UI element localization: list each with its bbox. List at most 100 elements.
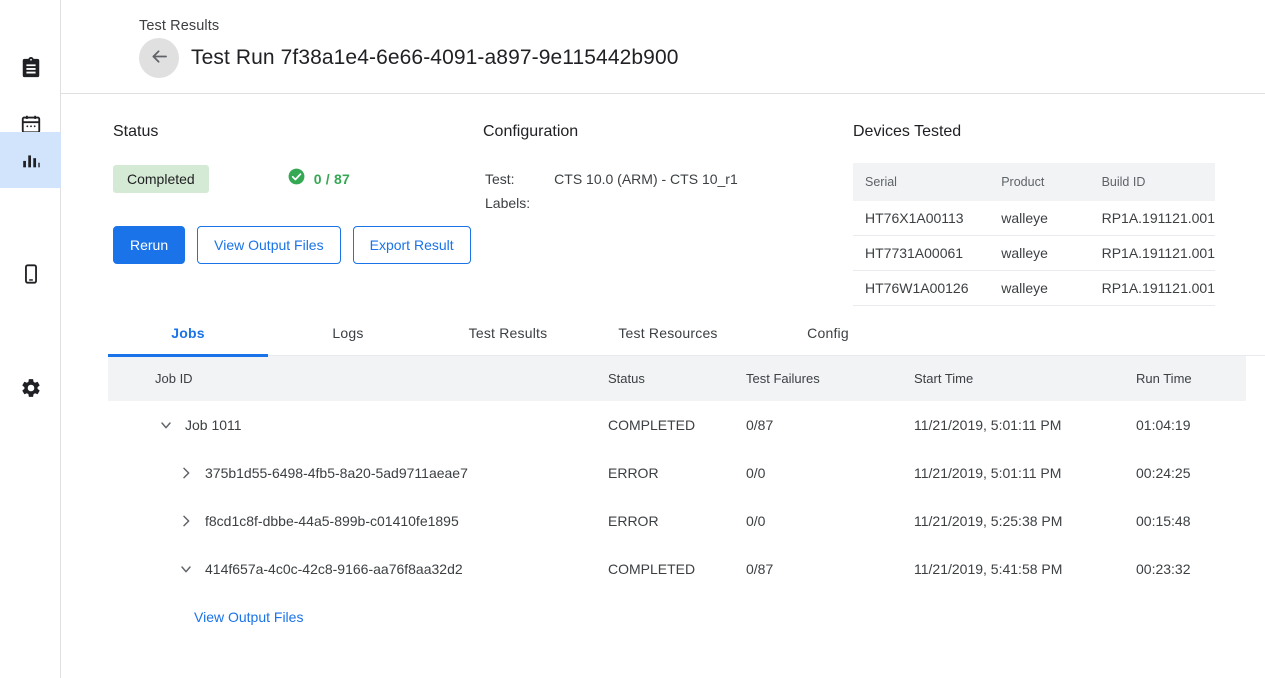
jobs-header-row: Job ID Status Test Failures Start Time R…	[108, 356, 1246, 401]
sidebar-item-settings[interactable]	[0, 360, 61, 416]
table-row: HT76W1A00126 walleye RP1A.191121.001	[853, 271, 1215, 306]
config-row-labels: Labels:	[485, 193, 738, 215]
tab-test-results[interactable]: Test Results	[428, 309, 588, 356]
status-row: Completed 0 / 87	[113, 164, 493, 194]
table-row[interactable]: 414f657a-4c0c-42c8-9166-aa76f8aa32d2 COM…	[108, 545, 1246, 593]
app-root: Test Results Test Run 7f38a1e4-6e66-4091…	[0, 0, 1265, 678]
jobs-col-start-time: Start Time	[914, 356, 1136, 401]
jobs-section: Job ID Status Test Failures Start Time R…	[108, 356, 1265, 641]
config-label-labels: Labels:	[485, 193, 552, 215]
device-serial: HT76W1A00126	[853, 271, 989, 306]
job-failures: 0/87	[746, 545, 914, 593]
job-status: COMPLETED	[608, 545, 746, 593]
chevron-right-icon[interactable]	[175, 465, 197, 481]
job-start-time: 11/21/2019, 5:01:11 PM	[914, 449, 1136, 497]
device-build: RP1A.191121.001	[1090, 236, 1215, 271]
config-value-labels	[554, 193, 738, 215]
jobs-table: Job ID Status Test Failures Start Time R…	[108, 356, 1246, 641]
device-product: walleye	[989, 271, 1089, 306]
job-id-wrap: Job 1011	[155, 417, 608, 433]
jobs-table-body: Job 1011 COMPLETED 0/87 11/21/2019, 5:01…	[108, 401, 1246, 641]
empty-cell	[1136, 593, 1246, 641]
config-label-test: Test:	[485, 169, 552, 191]
sidebar-item-test-results[interactable]	[0, 40, 61, 96]
devices-col-build: Build ID	[1090, 163, 1215, 201]
table-row[interactable]: Job 1011 COMPLETED 0/87 11/21/2019, 5:01…	[108, 401, 1246, 449]
pass-rate-text: 0 / 87	[314, 171, 350, 187]
pass-rate: 0 / 87	[287, 167, 350, 191]
device-serial: HT76X1A00113	[853, 201, 989, 236]
expanded-detail-cell: View Output Files	[108, 593, 608, 641]
devices-header-row: Serial Product Build ID	[853, 163, 1215, 201]
job-id-cell: 375b1d55-6498-4fb5-8a20-5ad9711aeae7	[108, 449, 608, 497]
job-start-time: 11/21/2019, 5:25:38 PM	[914, 497, 1136, 545]
job-id-wrap: 375b1d55-6498-4fb5-8a20-5ad9711aeae7	[155, 465, 608, 481]
table-row: HT7731A00061 walleye RP1A.191121.001	[853, 236, 1215, 271]
job-id-wrap: 414f657a-4c0c-42c8-9166-aa76f8aa32d2	[155, 561, 608, 577]
sidebar-item-reports[interactable]	[0, 132, 61, 188]
devices-col-product: Product	[989, 163, 1089, 201]
view-output-files-link[interactable]: View Output Files	[194, 609, 303, 625]
arrow-left-icon	[149, 46, 170, 70]
chevron-right-icon[interactable]	[175, 513, 197, 529]
job-start-time: 11/21/2019, 5:01:11 PM	[914, 401, 1136, 449]
devices-table-head: Serial Product Build ID	[853, 163, 1215, 201]
check-circle-icon	[287, 167, 306, 191]
job-status: ERROR	[608, 497, 746, 545]
breadcrumb[interactable]: Test Results	[139, 18, 219, 34]
device-build: RP1A.191121.001	[1090, 201, 1215, 236]
config-value-test: CTS 10.0 (ARM) - CTS 10_r1	[554, 169, 738, 191]
device-serial: HT7731A00061	[853, 236, 989, 271]
page-header: Test Results Test Run 7f38a1e4-6e66-4091…	[61, 0, 1265, 94]
tab-test-resources[interactable]: Test Resources	[588, 309, 748, 356]
clipboard-icon	[20, 57, 42, 79]
view-output-files-button[interactable]: View Output Files	[197, 226, 340, 264]
sidebar-item-devices[interactable]	[0, 246, 61, 302]
device-product: walleye	[989, 201, 1089, 236]
job-id-cell: Job 1011	[108, 401, 608, 449]
empty-cell	[608, 593, 746, 641]
configuration-table: Test: CTS 10.0 (ARM) - CTS 10_r1 Labels:	[483, 167, 740, 217]
job-id-cell: 414f657a-4c0c-42c8-9166-aa76f8aa32d2	[108, 545, 608, 593]
sidebar	[0, 0, 61, 678]
jobs-col-run-time: Run Time	[1136, 356, 1246, 401]
job-id-cell: f8cd1c8f-dbbe-44a5-899b-c01410fe1895	[108, 497, 608, 545]
jobs-col-job-id: Job ID	[108, 356, 608, 401]
rerun-button[interactable]: Rerun	[113, 226, 185, 264]
tab-jobs[interactable]: Jobs	[108, 309, 268, 356]
status-heading: Status	[113, 123, 493, 141]
job-run-time: 00:15:48	[1136, 497, 1246, 545]
table-row: HT76X1A00113 walleye RP1A.191121.001	[853, 201, 1215, 236]
main-content: Test Results Test Run 7f38a1e4-6e66-4091…	[61, 0, 1265, 678]
export-result-button[interactable]: Export Result	[353, 226, 471, 264]
jobs-table-head: Job ID Status Test Failures Start Time R…	[108, 356, 1246, 401]
title-row: Test Run 7f38a1e4-6e66-4091-a897-9e11544…	[139, 38, 679, 78]
devices-table-body: HT76X1A00113 walleye RP1A.191121.001 HT7…	[853, 201, 1215, 306]
device-product: walleye	[989, 236, 1089, 271]
jobs-col-status: Status	[608, 356, 746, 401]
expanded-link-wrap: View Output Files	[108, 609, 608, 625]
devices-heading: Devices Tested	[853, 123, 1215, 141]
summary-section: Status Completed 0 / 87 R	[61, 94, 1265, 309]
status-column: Status Completed 0 / 87	[113, 123, 493, 194]
job-run-time: 00:24:25	[1136, 449, 1246, 497]
phone-icon	[20, 263, 42, 285]
job-id-label: f8cd1c8f-dbbe-44a5-899b-c01410fe1895	[205, 513, 459, 529]
job-run-time: 01:04:19	[1136, 401, 1246, 449]
tab-config[interactable]: Config	[748, 309, 908, 356]
job-id-label: Job 1011	[185, 417, 242, 433]
job-failures: 0/0	[746, 449, 914, 497]
status-badge: Completed	[113, 165, 209, 193]
gear-icon	[20, 377, 42, 399]
table-row[interactable]: 375b1d55-6498-4fb5-8a20-5ad9711aeae7 ERR…	[108, 449, 1246, 497]
device-build: RP1A.191121.001	[1090, 271, 1215, 306]
table-row[interactable]: f8cd1c8f-dbbe-44a5-899b-c01410fe1895 ERR…	[108, 497, 1246, 545]
tab-logs[interactable]: Logs	[268, 309, 428, 356]
job-id-wrap: f8cd1c8f-dbbe-44a5-899b-c01410fe1895	[155, 513, 608, 529]
back-button[interactable]	[139, 38, 179, 78]
job-failures: 0/0	[746, 497, 914, 545]
chevron-down-icon[interactable]	[175, 561, 197, 577]
devices-column: Devices Tested Serial Product Build ID H…	[853, 123, 1215, 306]
devices-table: Serial Product Build ID HT76X1A00113 wal…	[853, 163, 1215, 306]
chevron-down-icon[interactable]	[155, 417, 177, 433]
